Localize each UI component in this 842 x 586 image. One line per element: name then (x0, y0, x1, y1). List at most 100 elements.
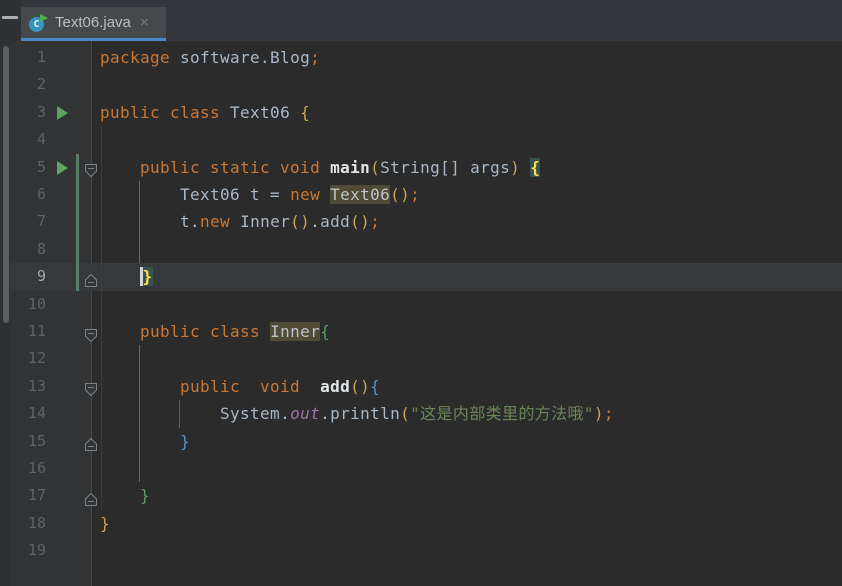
tab-text06-java[interactable]: C Text06.java × (21, 7, 166, 38)
line-number: 6 (36, 185, 46, 203)
line-number: 17 (27, 486, 46, 505)
line-number: 3 (36, 102, 46, 121)
code-token: public class (100, 102, 221, 122)
code-token: ; (603, 404, 614, 424)
code-line[interactable]: public class Text06 { (92, 99, 842, 126)
gutter-row[interactable]: 18 (10, 510, 92, 537)
code-token: add (320, 376, 351, 396)
line-number: 2 (36, 75, 46, 94)
code-token: () (350, 212, 371, 232)
collapsed-menu-dash-icon[interactable] (2, 16, 18, 19)
gutter-row[interactable]: 4 (10, 126, 92, 153)
gutter-row[interactable]: 10 (10, 291, 92, 318)
run-button-icon[interactable] (57, 160, 68, 175)
code-line[interactable] (92, 71, 842, 98)
code-line[interactable]: public class Inner{ (92, 318, 842, 345)
code-line[interactable]: System.out.println("这是内部类里的方法哦"); (92, 400, 842, 427)
code-line[interactable] (92, 291, 842, 318)
code-token: { (530, 157, 541, 177)
line-number: 1 (36, 48, 46, 66)
line-number: 18 (27, 513, 46, 532)
code-token: } (140, 486, 151, 506)
code-line[interactable] (92, 236, 842, 263)
code-line[interactable]: } (92, 482, 842, 509)
code-token: () (390, 185, 411, 204)
code-token: } (180, 431, 191, 451)
code-token: ( (370, 157, 381, 177)
line-number: 12 (27, 349, 46, 368)
gutter-row[interactable]: 8 (10, 236, 92, 263)
gutter-row[interactable]: 13 (10, 373, 97, 400)
code-token: String[] args (380, 157, 511, 177)
code-token: ; (310, 48, 321, 67)
gutter-row[interactable]: 3 (10, 99, 92, 126)
line-number: 15 (27, 431, 46, 450)
code-token: } (100, 513, 111, 533)
left-scrollbar-thumb[interactable] (3, 46, 9, 323)
code-token: ( (400, 404, 411, 424)
code-line[interactable] (92, 537, 842, 564)
tab-close-icon[interactable]: × (140, 15, 149, 30)
code-line[interactable] (92, 455, 842, 482)
code-token: ) (510, 157, 521, 177)
line-number: 13 (27, 376, 46, 395)
code-token: ; (410, 185, 421, 204)
code-token: { (300, 102, 311, 122)
code-token: t. (180, 212, 201, 232)
gutter-row[interactable]: 7 (10, 208, 92, 235)
gutter-row[interactable]: 6 (10, 181, 92, 208)
code-token: .add (310, 212, 351, 232)
run-button-icon[interactable] (57, 105, 68, 120)
gutter-row[interactable]: 9 (10, 263, 97, 290)
line-number: 8 (36, 239, 46, 258)
tab-title: Text06.java (55, 14, 131, 31)
code-line[interactable]: public void add(){ (92, 373, 842, 400)
gutter-row[interactable]: 14 (10, 400, 92, 427)
line-number: 10 (27, 294, 46, 313)
code-token: main (330, 157, 371, 177)
gutter-row[interactable]: 11 (10, 318, 97, 345)
gutter-row[interactable]: 1 (10, 44, 92, 71)
code-line[interactable] (92, 126, 842, 153)
gutter-row[interactable]: 15 (10, 428, 97, 455)
gutter-row[interactable]: 2 (10, 71, 92, 98)
code-token: .println (320, 404, 401, 424)
code-token: out (290, 404, 321, 424)
code-token: new (290, 185, 321, 204)
code-token: Text06 t = (180, 185, 291, 204)
gutter-row[interactable]: 17 (10, 482, 97, 509)
code-line[interactable]: package software.Blog; (92, 44, 842, 71)
code-token: () (290, 212, 311, 232)
code-line[interactable]: } (92, 263, 842, 290)
code-token: software.Blog (170, 48, 311, 67)
code-line[interactable]: Text06 t = new Text06(); (92, 181, 842, 208)
line-number: 11 (27, 322, 46, 340)
line-number: 9 (36, 267, 46, 286)
code-token: public class (140, 322, 271, 341)
code-line[interactable]: } (92, 428, 842, 455)
window-frame-corner (0, 0, 21, 41)
code-token: Text06 (330, 185, 391, 204)
gutter-row[interactable]: 5 (10, 154, 97, 181)
code-line[interactable]: } (92, 510, 842, 537)
gutter-row[interactable]: 16 (10, 455, 92, 482)
gutter-row[interactable]: 19 (10, 537, 92, 564)
editor-tab-bar: C Text06.java × (0, 0, 842, 41)
code-token: () (350, 376, 371, 396)
code-line[interactable] (92, 345, 842, 372)
code-line[interactable]: t.new Inner().add(); (92, 208, 842, 235)
code-token: { (370, 376, 381, 396)
gutter-row[interactable]: 12 (10, 345, 92, 372)
code-line[interactable]: public static void main(String[] args) { (92, 154, 842, 181)
